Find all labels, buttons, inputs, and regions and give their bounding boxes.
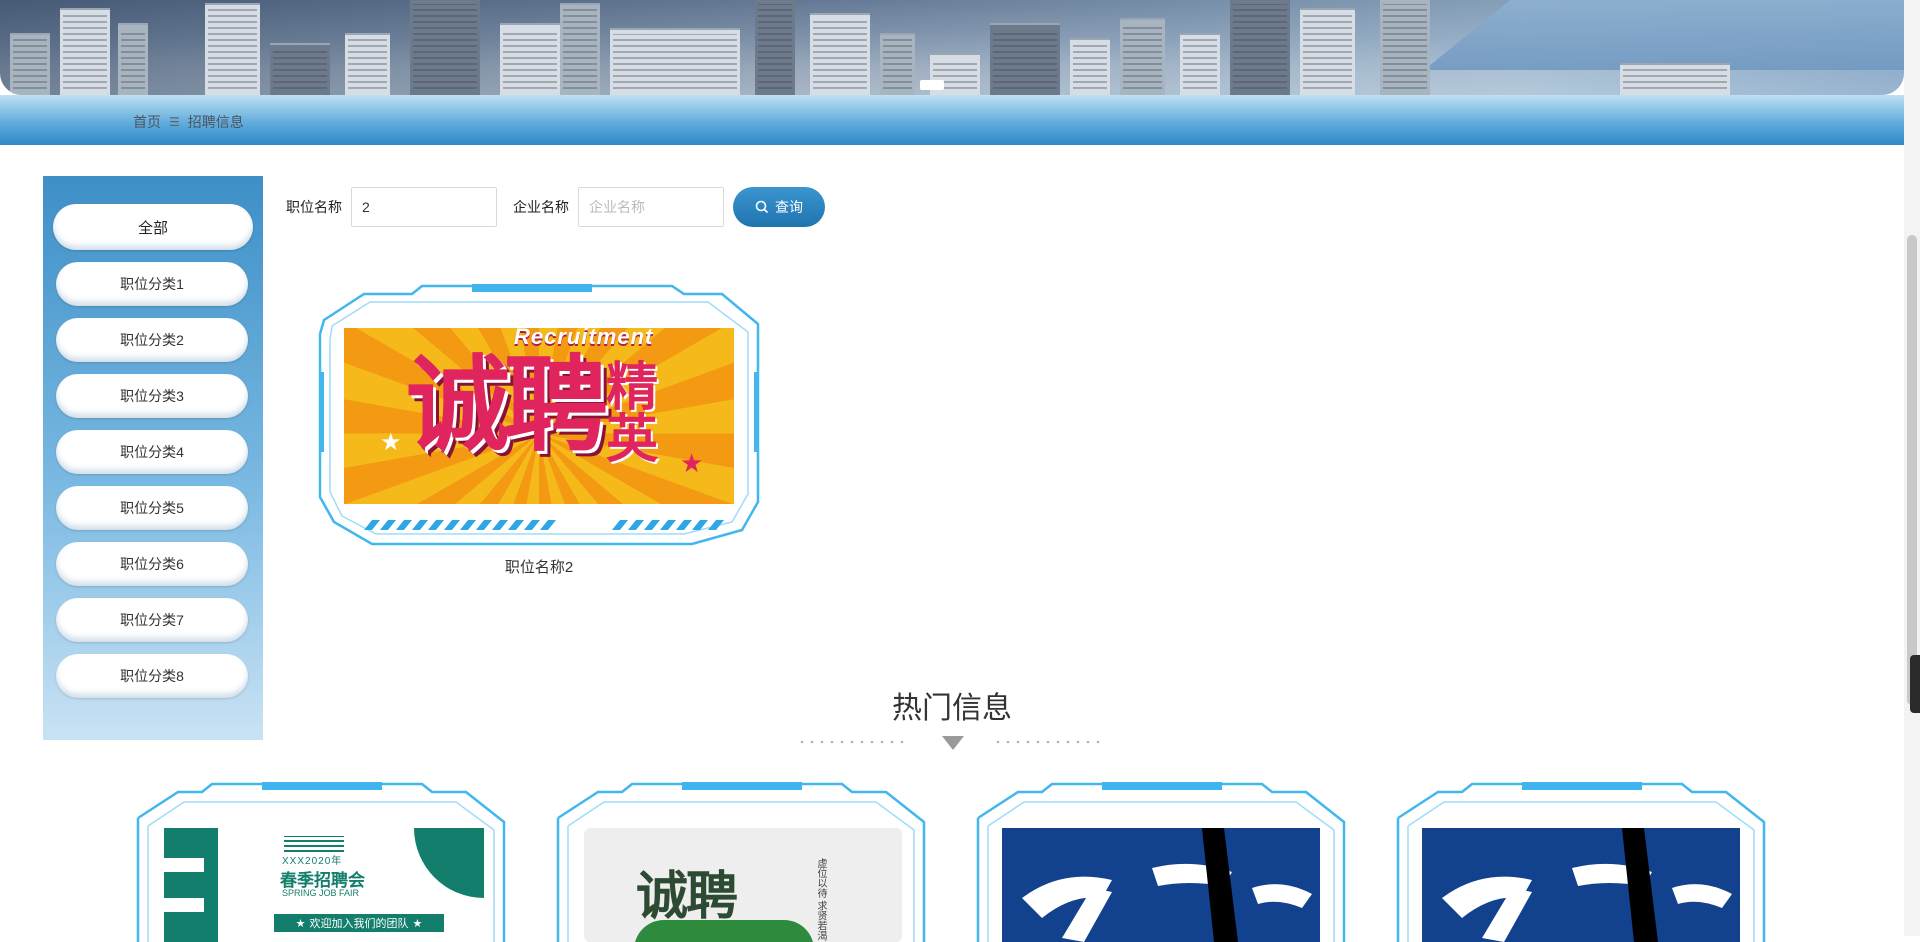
job-image: Recruitment 诚聘 精英 ★ ★ [344,328,734,504]
job-title[interactable]: 职位名称2 [314,556,764,577]
hot-card-4[interactable] [1392,782,1770,942]
search-form: 职位名称 企业名称 查询 [286,186,825,228]
search-button[interactable]: 查询 [733,187,825,227]
hot-card-2-image: 诚聘 虚位以待 求贤若渴 [584,828,902,942]
scrollbar-thumb[interactable] [1907,235,1917,705]
hot-card-4-image [1422,828,1740,942]
hot-card-3[interactable] [972,782,1350,942]
breadcrumb-bar: 首页 ☰ 招聘信息 [0,95,1904,145]
carousel-indicator[interactable] [920,80,944,90]
job-image-english-text: Recruitment [514,328,654,349]
job-image-side-text: 精英 [606,359,659,469]
header-banner [0,0,1904,95]
sidebar-item-category-5[interactable]: 职位分类5 [56,486,248,530]
poster-year-text: XXX2020年 [282,856,343,867]
side-tool-tab[interactable] [1910,655,1920,713]
company-name-label: 企业名称 [513,199,569,215]
star-icon: ★ [295,917,306,930]
search-icon [755,200,769,214]
sidebar-item-all[interactable]: 全部 [53,204,253,250]
sidebar-item-category-1[interactable]: 职位分类1 [56,262,248,306]
star-icon: ★ [380,429,402,456]
search-button-label: 查询 [775,199,803,215]
category-sidebar: 全部 职位分类1 职位分类2 职位分类3 职位分类4 职位分类5 职位分类6 职… [43,176,263,740]
breadcrumb-separator-icon: ☰ [169,115,180,129]
poster-sub-text: SPRING JOB FAIR [282,888,360,898]
hot-card-1-image: XXX2020年 春季招聘会 SPRING JOB FAIR ★ 欢迎加入我们的团… [164,828,484,942]
star-icon: ★ [412,917,423,930]
job-name-input[interactable] [351,187,497,227]
sidebar-item-category-4[interactable]: 职位分类4 [56,430,248,474]
breadcrumb-home[interactable]: 首页 [133,112,161,132]
poster-banner-text: 欢迎加入我们的团队 [309,918,409,930]
breadcrumb: 首页 ☰ 招聘信息 [133,112,244,132]
sidebar-item-category-3[interactable]: 职位分类3 [56,374,248,418]
job-image-main-text: 诚聘 [406,348,608,464]
sidebar-item-category-2[interactable]: 职位分类2 [56,318,248,362]
section-divider [800,736,1100,750]
sidebar-item-category-7[interactable]: 职位分类7 [56,598,248,642]
star-icon: ★ [680,448,704,478]
poster-main-text: 诚聘 [636,868,738,926]
job-card[interactable]: Recruitment 诚聘 精英 ★ ★ [312,282,766,550]
poster-banner: ★ 欢迎加入我们的团队 ★ [274,914,444,932]
section-title: 热门信息 [892,692,1012,725]
page-scrollbar[interactable] [1904,0,1920,936]
hot-card-3-image [1002,828,1320,942]
job-name-label: 职位名称 [286,199,342,215]
hot-card-1[interactable]: XXX2020年 春季招聘会 SPRING JOB FAIR ★ 欢迎加入我们的团… [132,782,510,942]
sidebar-item-category-6[interactable]: 职位分类6 [56,542,248,586]
triangle-down-icon [942,736,964,750]
company-name-input[interactable] [578,187,724,227]
hot-card-2[interactable]: 诚聘 虚位以待 求贤若渴 [552,782,930,942]
breadcrumb-current: 招聘信息 [187,114,244,130]
